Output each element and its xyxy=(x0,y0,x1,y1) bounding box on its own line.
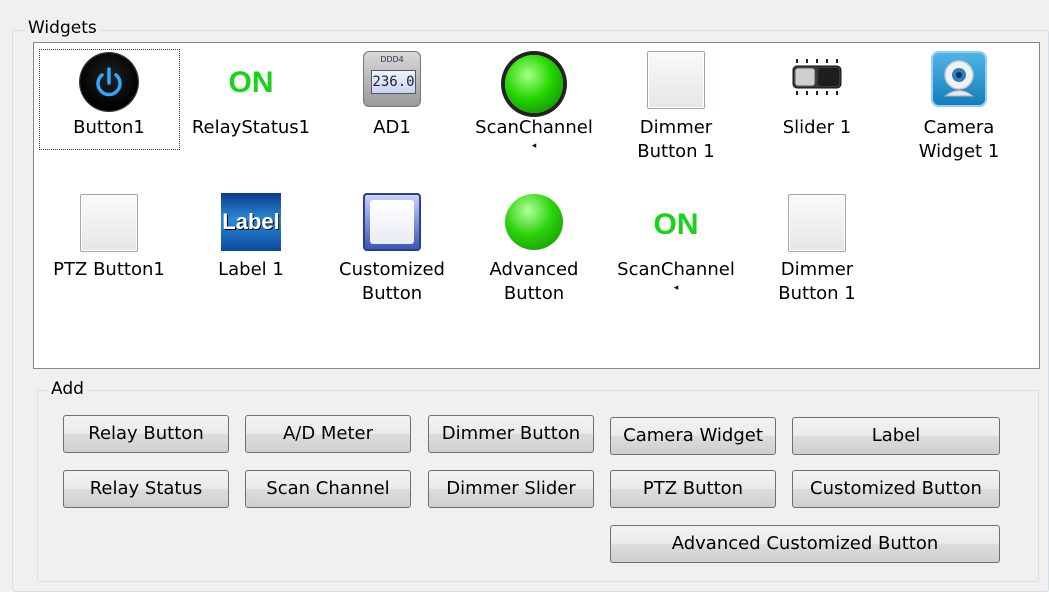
square-button-icon xyxy=(647,51,705,109)
widget-label-line2: Button xyxy=(503,283,565,304)
widget-item-ptz-button1[interactable]: PTZ Button1 xyxy=(39,185,179,295)
green-ball-icon xyxy=(505,194,563,250)
widget-label-line2: Button 1 xyxy=(778,283,856,304)
widget-item-scanchannel[interactable]: ScanChannel ◂ xyxy=(464,43,604,153)
ptz-button-button[interactable]: PTZ Button xyxy=(610,470,776,508)
widget-label-line1: Dimmer xyxy=(780,259,854,280)
customized-button-icon xyxy=(363,193,421,251)
ad-meter-top-text: DDD4 xyxy=(380,55,404,64)
widget-label-line1: Customized xyxy=(339,259,445,280)
customized-button-button[interactable]: Customized Button xyxy=(792,470,1000,508)
widget-label: AD1 xyxy=(373,117,411,138)
green-led-icon xyxy=(505,55,563,113)
widget-label: Button1 xyxy=(73,117,145,138)
widget-item-label-1[interactable]: Label Label 1 xyxy=(181,185,321,295)
square-button-icon xyxy=(80,194,138,252)
widget-label-line2: Button xyxy=(361,283,423,304)
label-button[interactable]: Label xyxy=(792,417,1000,455)
widgets-group-title: Widgets xyxy=(25,18,100,38)
widget-item-ad1[interactable]: DDD4 236.0 AD1 xyxy=(322,43,462,153)
on-status-icon: ON xyxy=(228,66,274,99)
on-status-icon: ON xyxy=(653,208,699,241)
advanced-customized-button-button[interactable]: Advanced Customized Button xyxy=(610,525,1000,563)
widget-label: RelayStatus1 xyxy=(191,117,311,138)
widget-label-line1: Camera xyxy=(923,117,995,138)
customized-button-face xyxy=(370,200,414,244)
relay-status-button[interactable]: Relay Status xyxy=(63,470,229,508)
relay-button-button[interactable]: Relay Button xyxy=(63,415,229,453)
widget-label-line1: Advanced xyxy=(489,259,579,280)
widget-label: Slider 1 xyxy=(782,117,852,138)
widget-item-scanchannel-2[interactable]: ON ScanChannel ◂ xyxy=(606,185,746,295)
webcam-icon xyxy=(931,51,987,107)
label-image-icon: Label xyxy=(221,193,281,251)
widget-item-button1[interactable]: Button1 xyxy=(39,43,179,153)
widget-item-camera-widget-1[interactable]: Camera Widget 1 xyxy=(889,43,1029,163)
ad-meter-button[interactable]: A/D Meter xyxy=(245,415,411,453)
widget-label-line2: Widget 1 xyxy=(918,141,1000,162)
widget-label: ScanChannel xyxy=(475,117,593,138)
widget-label-line2: Button 1 xyxy=(637,141,715,162)
add-group-title: Add xyxy=(48,379,87,399)
square-button-icon xyxy=(788,194,846,252)
widget-label: PTZ Button1 xyxy=(53,259,165,280)
slider-icon xyxy=(788,57,846,97)
caret-mark: ◂ xyxy=(531,141,537,151)
widget-item-dimmer-button-1-b[interactable]: Dimmer Button 1 xyxy=(747,185,887,305)
ad-meter-icon: DDD4 236.0 xyxy=(363,51,421,107)
dimmer-slider-button[interactable]: Dimmer Slider xyxy=(428,470,594,508)
scan-channel-button[interactable]: Scan Channel xyxy=(245,470,411,508)
power-icon xyxy=(80,53,138,111)
widget-item-slider-1[interactable]: Slider 1 xyxy=(747,43,887,153)
dimmer-button-button[interactable]: Dimmer Button xyxy=(428,415,594,453)
caret-mark: ◂ xyxy=(673,283,679,293)
camera-widget-button[interactable]: Camera Widget xyxy=(610,417,776,455)
ad-meter-value: 236.0 xyxy=(371,70,416,94)
widget-label: Label 1 xyxy=(218,259,284,280)
widget-item-relaystatus1[interactable]: ON RelayStatus1 xyxy=(181,43,321,153)
widget-label-line1: Dimmer xyxy=(639,117,713,138)
widget-item-advanced-button[interactable]: Advanced Button xyxy=(464,185,604,305)
widget-item-dimmer-button-1[interactable]: Dimmer Button 1 xyxy=(606,43,746,163)
widget-item-customized-button[interactable]: Customized Button xyxy=(322,185,462,305)
widgets-list[interactable]: Button1 ON RelayStatus1 DDD4 236.0 AD1 S… xyxy=(33,42,1040,369)
widget-label: ScanChannel xyxy=(617,259,735,280)
